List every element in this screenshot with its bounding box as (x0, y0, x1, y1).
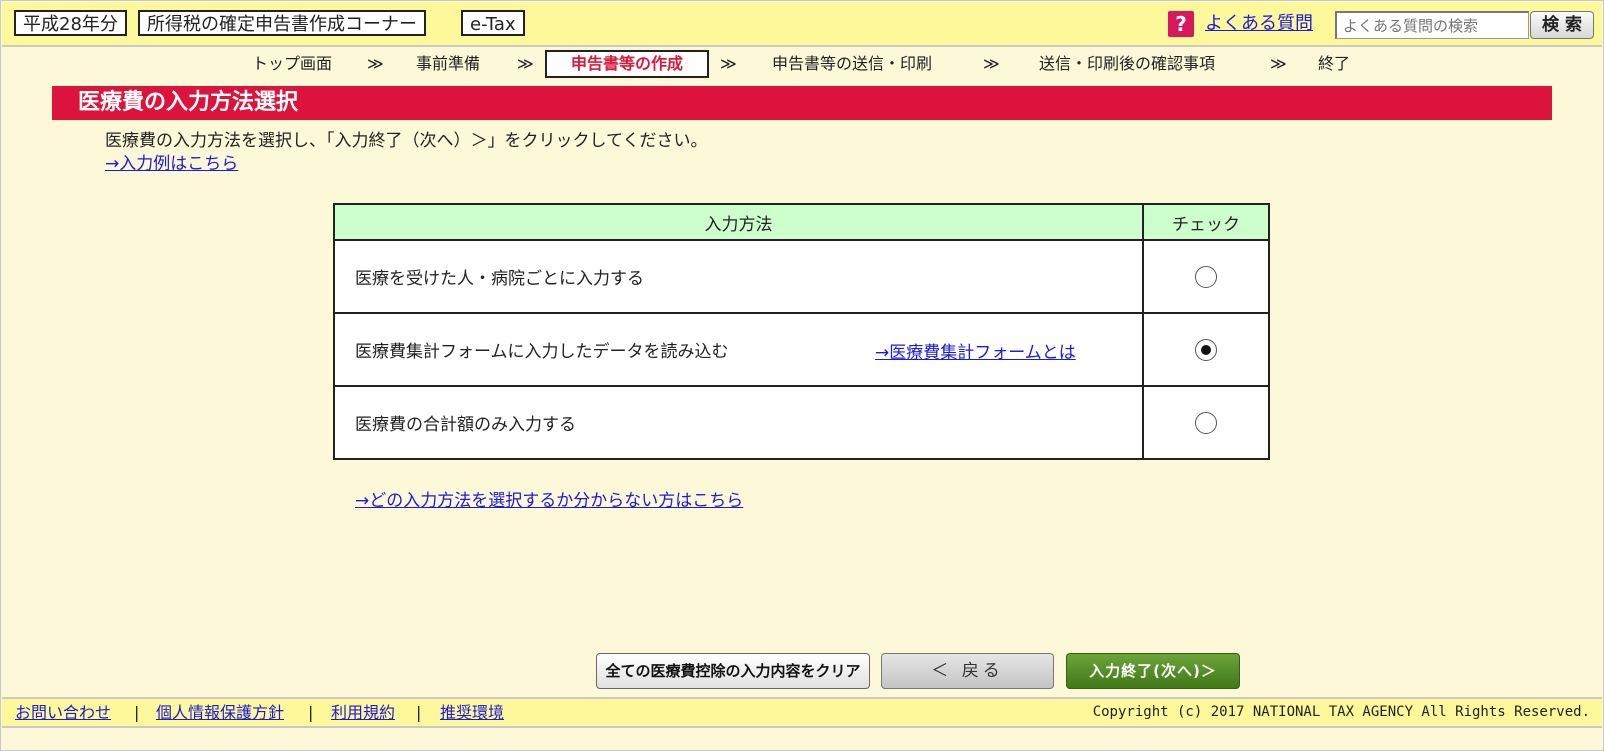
table-row: 医療費の合計額のみ入力する (333, 385, 1270, 460)
step-current-create: 申告書等の作成 (545, 50, 709, 78)
aggregate-form-info-link[interactable]: →医療費集計フォームとは (875, 338, 1076, 363)
footer-separator: | (134, 703, 140, 722)
method-label: 医療費集計フォームに入力したデータを読み込む →医療費集計フォームとは (333, 312, 1144, 387)
back-button[interactable]: ＜ 戻る (881, 653, 1054, 689)
etax-label[interactable]: e-Tax (461, 10, 525, 36)
copyright-text: Copyright (c) 2017 NATIONAL TAX AGENCY A… (1092, 704, 1590, 720)
input-method-table: 入力方法 チェック 医療を受けた人・病院ごとに入力する 医療費集計フォームに入力… (333, 203, 1270, 460)
method-label-text: 医療を受けた人・病院ごとに入力する (355, 269, 644, 289)
footer-environment-link[interactable]: 推奨環境 (440, 699, 504, 726)
method-label: 医療費の合計額のみ入力する (333, 385, 1144, 460)
footer-separator: | (416, 703, 422, 722)
footer-privacy-link[interactable]: 個人情報保護方針 (156, 699, 284, 726)
step-preparation: 事前準備 (416, 54, 481, 73)
footer-bar: お問い合わせ | 個人情報保護方針 | 利用規約 | 推奨環境 Copyrigh… (2, 697, 1602, 728)
step-navigation: トップ画面 ≫ 事前準備 ≫ 申告書等の作成 ≫ 申告書等の送信・印刷 ≫ 送信… (0, 50, 1604, 78)
method-label-text: 医療費の合計額のみ入力する (355, 415, 576, 435)
faq-link[interactable]: よくある質問 (1205, 11, 1313, 37)
check-cell (1142, 385, 1270, 460)
question-icon[interactable]: ? (1168, 11, 1194, 37)
check-cell (1142, 312, 1270, 387)
footer-contact-link[interactable]: お問い合わせ (15, 699, 111, 726)
method-radio-total-only[interactable] (1195, 411, 1217, 434)
page-title-bar: 医療費の入力方法選択 (52, 86, 1552, 120)
check-cell (1142, 239, 1270, 314)
step-top: トップ画面 (252, 54, 333, 73)
which-method-help-link[interactable]: →どの入力方法を選択するか分からない方はこちら (355, 490, 743, 512)
footer-separator: | (308, 703, 314, 722)
step-separator: ≫ (1270, 54, 1287, 73)
method-label-text: 医療費集計フォームに入力したデータを読み込む (355, 342, 729, 362)
step-separator: ≫ (720, 54, 737, 73)
clear-all-button[interactable]: 全ての医療費控除の入力内容をクリア (596, 653, 870, 689)
next-button[interactable]: 入力終了(次へ)＞ (1066, 653, 1240, 689)
page-title: 医療費の入力方法選択 (78, 90, 299, 115)
step-separator: ≫ (983, 54, 1000, 73)
tax-year-label: 平成28年分 (14, 10, 127, 36)
table-header-row: 入力方法 チェック (333, 203, 1270, 241)
instruction-text: 医療費の入力方法を選択し、「入力終了（次へ）＞」をクリックしてください。 (105, 131, 708, 151)
input-example-link[interactable]: →入力例はこちら (105, 153, 238, 175)
header-bar: 平成28年分 所得税の確定申告書作成コーナー e-Tax ? よくある質問 検 … (2, 2, 1602, 47)
header-method: 入力方法 (333, 203, 1144, 241)
step-separator: ≫ (367, 54, 384, 73)
step-end: 終了 (1318, 54, 1351, 73)
table-row: 医療費集計フォームに入力したデータを読み込む →医療費集計フォームとは (333, 312, 1270, 387)
method-radio-import-form[interactable] (1195, 338, 1217, 361)
search-button[interactable]: 検 索 (1530, 11, 1594, 39)
step-confirm: 送信・印刷後の確認事項 (1039, 54, 1216, 73)
corner-title[interactable]: 所得税の確定申告書作成コーナー (138, 10, 426, 36)
step-send-print: 申告書等の送信・印刷 (772, 54, 933, 73)
method-label: 医療を受けた人・病院ごとに入力する (333, 239, 1144, 314)
header-check: チェック (1142, 203, 1270, 241)
table-row: 医療を受けた人・病院ごとに入力する (333, 239, 1270, 314)
method-radio-by-person[interactable] (1195, 265, 1217, 288)
faq-search-input[interactable] (1335, 11, 1529, 39)
footer-terms-link[interactable]: 利用規約 (331, 699, 395, 726)
step-separator: ≫ (517, 54, 534, 73)
